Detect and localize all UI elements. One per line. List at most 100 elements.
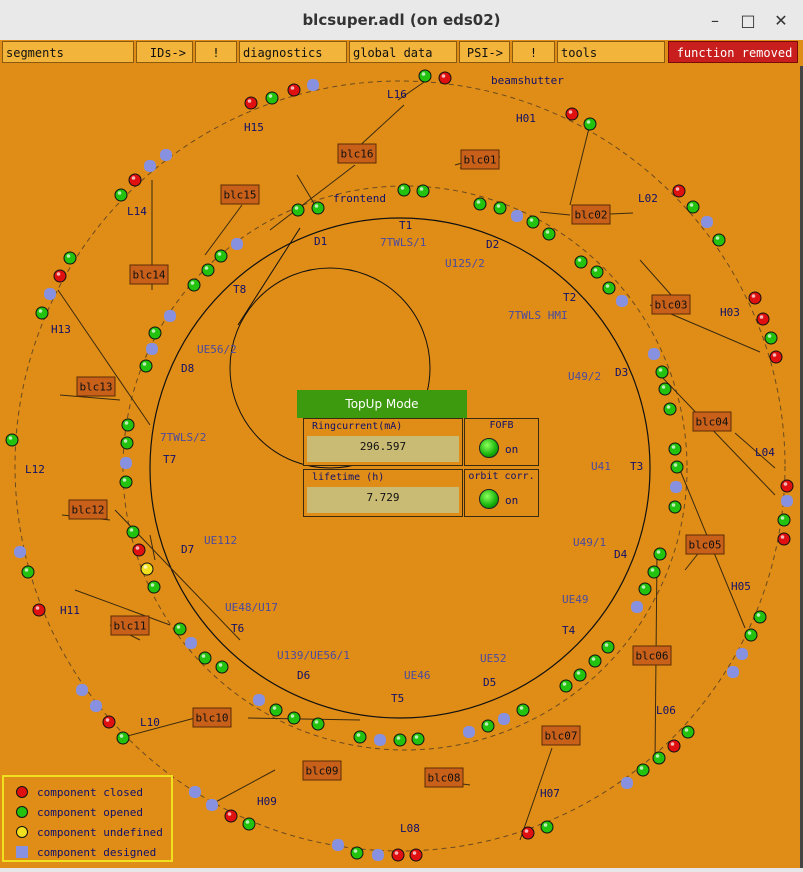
- opened-component-icon[interactable]: [481, 719, 495, 733]
- closed-component-icon[interactable]: [769, 350, 783, 364]
- opened-component-icon[interactable]: [540, 820, 554, 834]
- opened-component-icon[interactable]: [559, 679, 573, 693]
- opened-component-icon[interactable]: [187, 278, 201, 292]
- function-removed-button[interactable]: function removed: [668, 41, 798, 63]
- global-data-menu[interactable]: global data: [349, 41, 457, 63]
- opened-component-icon[interactable]: [686, 200, 700, 214]
- opened-component-icon[interactable]: [21, 565, 35, 579]
- blc-button-05[interactable]: blc05: [685, 534, 725, 555]
- opened-component-icon[interactable]: [114, 188, 128, 202]
- opened-component-icon[interactable]: [668, 442, 682, 456]
- opened-component-icon[interactable]: [291, 203, 305, 217]
- opened-component-icon[interactable]: [418, 69, 432, 83]
- blc-button-07[interactable]: blc07: [541, 725, 581, 746]
- minimize-icon[interactable]: –: [704, 10, 726, 32]
- opened-component-icon[interactable]: [681, 725, 695, 739]
- opened-component-icon[interactable]: [493, 201, 507, 215]
- closed-component-icon[interactable]: [132, 543, 146, 557]
- closed-component-icon[interactable]: [32, 603, 46, 617]
- closed-component-icon[interactable]: [780, 479, 794, 493]
- opened-component-icon[interactable]: [638, 582, 652, 596]
- opened-component-icon[interactable]: [311, 201, 325, 215]
- opened-component-icon[interactable]: [269, 703, 283, 717]
- opened-component-icon[interactable]: [602, 281, 616, 295]
- blc-button-15[interactable]: blc15: [220, 184, 260, 205]
- opened-component-icon[interactable]: [120, 436, 134, 450]
- opened-component-icon[interactable]: [753, 610, 767, 624]
- opened-component-icon[interactable]: [647, 565, 661, 579]
- opened-component-icon[interactable]: [201, 263, 215, 277]
- opened-component-icon[interactable]: [119, 475, 133, 489]
- closed-component-icon[interactable]: [128, 173, 142, 187]
- opened-component-icon[interactable]: [574, 255, 588, 269]
- blc-button-14[interactable]: blc14: [129, 264, 169, 285]
- closed-component-icon[interactable]: [672, 184, 686, 198]
- undefined-component-icon[interactable]: [140, 562, 154, 576]
- opened-component-icon[interactable]: [573, 668, 587, 682]
- closed-component-icon[interactable]: [756, 312, 770, 326]
- opened-component-icon[interactable]: [214, 249, 228, 263]
- opened-component-icon[interactable]: [121, 418, 135, 432]
- opened-component-icon[interactable]: [658, 382, 672, 396]
- closed-component-icon[interactable]: [409, 848, 423, 862]
- closed-component-icon[interactable]: [667, 739, 681, 753]
- opened-component-icon[interactable]: [116, 731, 130, 745]
- blc-button-03[interactable]: blc03: [651, 294, 691, 315]
- opened-component-icon[interactable]: [601, 640, 615, 654]
- opened-component-icon[interactable]: [311, 717, 325, 731]
- psi-alert-button[interactable]: !: [512, 41, 555, 63]
- closed-component-icon[interactable]: [102, 715, 116, 729]
- opened-component-icon[interactable]: [148, 326, 162, 340]
- opened-component-icon[interactable]: [35, 306, 49, 320]
- opened-component-icon[interactable]: [764, 331, 778, 345]
- closed-component-icon[interactable]: [391, 848, 405, 862]
- opened-component-icon[interactable]: [516, 703, 530, 717]
- opened-component-icon[interactable]: [712, 233, 726, 247]
- closed-component-icon[interactable]: [521, 826, 535, 840]
- opened-component-icon[interactable]: [198, 651, 212, 665]
- opened-component-icon[interactable]: [636, 763, 650, 777]
- opened-component-icon[interactable]: [287, 711, 301, 725]
- opened-component-icon[interactable]: [670, 460, 684, 474]
- tools-menu[interactable]: tools: [557, 41, 665, 63]
- ids-menu[interactable]: IDs->: [136, 41, 193, 63]
- fofb-panel[interactable]: FOFB on: [464, 418, 539, 466]
- closed-component-icon[interactable]: [244, 96, 258, 110]
- opened-component-icon[interactable]: [663, 402, 677, 416]
- psi-menu[interactable]: PSI->: [459, 41, 510, 63]
- opened-component-icon[interactable]: [526, 215, 540, 229]
- opened-component-icon[interactable]: [411, 732, 425, 746]
- opened-component-icon[interactable]: [655, 365, 669, 379]
- opened-component-icon[interactable]: [652, 751, 666, 765]
- opened-component-icon[interactable]: [542, 227, 556, 241]
- blc-button-16[interactable]: blc16: [337, 143, 377, 164]
- opened-component-icon[interactable]: [588, 654, 602, 668]
- diagnostics-menu[interactable]: diagnostics: [239, 41, 347, 63]
- opened-component-icon[interactable]: [653, 547, 667, 561]
- closed-component-icon[interactable]: [53, 269, 67, 283]
- blc-button-08[interactable]: blc08: [424, 767, 464, 788]
- opened-component-icon[interactable]: [5, 433, 19, 447]
- opened-component-icon[interactable]: [265, 91, 279, 105]
- opened-component-icon[interactable]: [583, 117, 597, 131]
- blc-button-09[interactable]: blc09: [302, 760, 342, 781]
- opened-component-icon[interactable]: [473, 197, 487, 211]
- opened-component-icon[interactable]: [416, 184, 430, 198]
- ids-alert-button[interactable]: !: [195, 41, 237, 63]
- blc-button-01[interactable]: blc01: [460, 149, 500, 170]
- orbit-corr-panel[interactable]: orbit corr. on: [464, 469, 539, 517]
- opened-component-icon[interactable]: [744, 628, 758, 642]
- blc-button-10[interactable]: blc10: [192, 707, 232, 728]
- closed-component-icon[interactable]: [287, 83, 301, 97]
- close-icon[interactable]: ✕: [770, 10, 792, 32]
- opened-component-icon[interactable]: [668, 500, 682, 514]
- closed-component-icon[interactable]: [565, 107, 579, 121]
- opened-component-icon[interactable]: [397, 183, 411, 197]
- opened-component-icon[interactable]: [173, 622, 187, 636]
- opened-component-icon[interactable]: [350, 846, 364, 860]
- closed-component-icon[interactable]: [748, 291, 762, 305]
- closed-component-icon[interactable]: [224, 809, 238, 823]
- blc-button-12[interactable]: blc12: [68, 499, 108, 520]
- opened-component-icon[interactable]: [393, 733, 407, 747]
- maximize-icon[interactable]: □: [737, 10, 759, 32]
